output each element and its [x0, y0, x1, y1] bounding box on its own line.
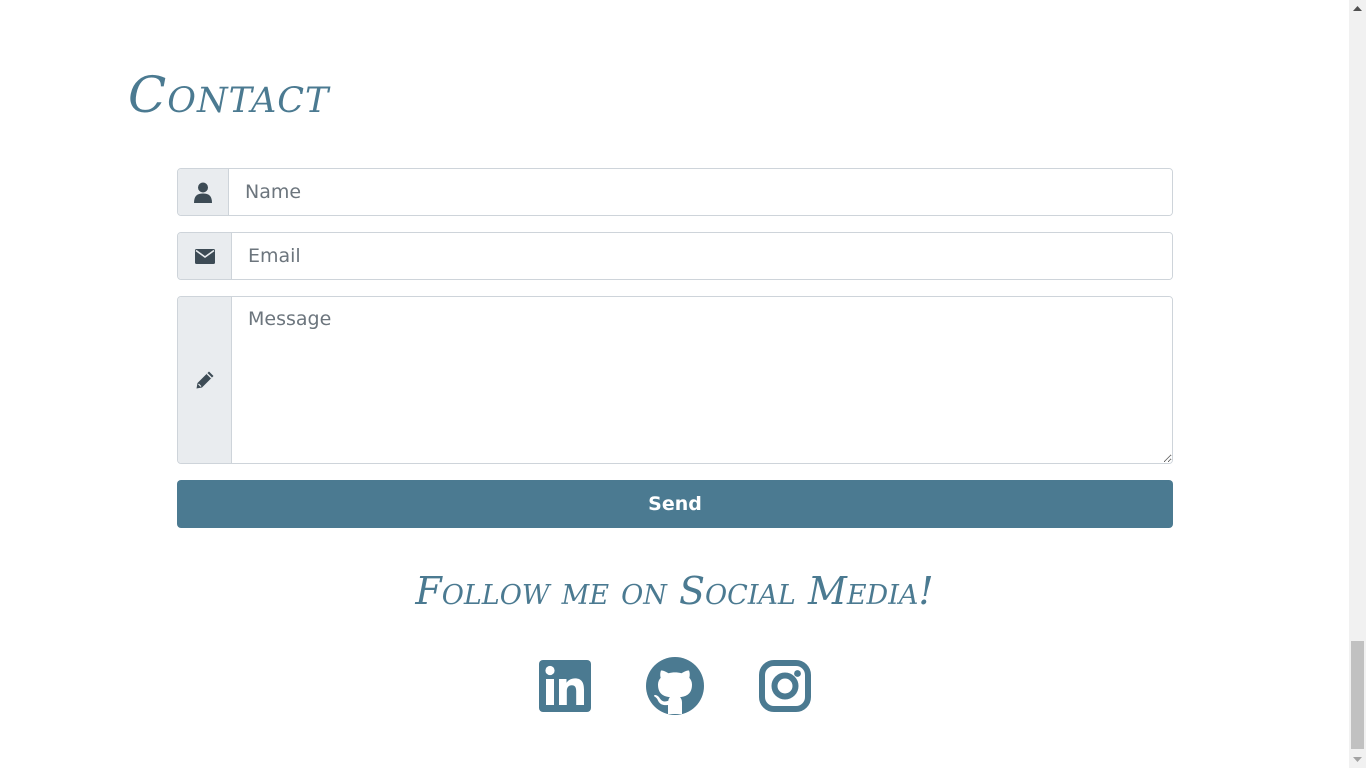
email-input-group [177, 232, 1173, 280]
github-link[interactable] [645, 655, 705, 715]
contact-heading: Contact [128, 66, 330, 124]
scroll-thumb[interactable] [1351, 641, 1364, 749]
name-input-group [177, 168, 1173, 216]
email-addon [178, 233, 232, 279]
linkedin-link[interactable] [535, 655, 595, 715]
user-addon [178, 169, 229, 215]
user-icon [194, 182, 212, 203]
send-button[interactable]: Send [177, 480, 1173, 528]
scroll-up-arrow-icon[interactable] [1349, 0, 1366, 17]
pencil-icon [196, 371, 213, 389]
linkedin-icon [538, 660, 591, 712]
vertical-scrollbar[interactable] [1349, 0, 1366, 768]
envelope-icon [194, 248, 215, 264]
instagram-icon [758, 660, 811, 712]
scroll-down-arrow-icon[interactable] [1349, 751, 1366, 768]
instagram-link[interactable] [755, 655, 815, 715]
message-textarea[interactable] [232, 297, 1172, 463]
contact-page: Contact Name Email Message Send Follow m… [0, 0, 1349, 768]
social-links [0, 655, 1349, 715]
message-input-group [177, 296, 1173, 464]
contact-form: Send [177, 168, 1173, 528]
social-heading: Follow me on Social Media! [415, 569, 934, 613]
message-addon [178, 297, 232, 463]
github-icon [645, 657, 704, 715]
name-input[interactable] [229, 169, 1172, 215]
email-input[interactable] [232, 233, 1172, 279]
